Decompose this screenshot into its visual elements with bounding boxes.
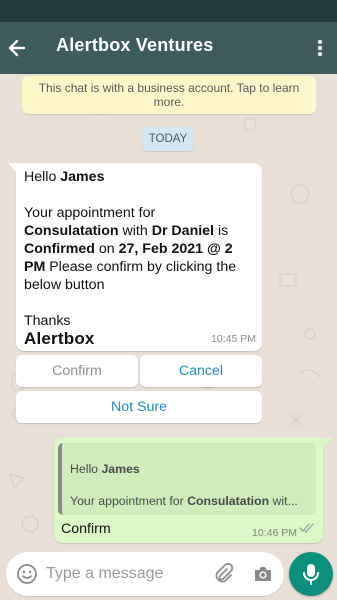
message-composer: Type a message [6, 552, 284, 596]
greeting-prefix: Hello [24, 169, 61, 185]
on-text: on [94, 241, 119, 257]
quick-reply-cancel-button[interactable]: Cancel [140, 355, 262, 387]
confirm-instruction: Please confirm by clicking the below but… [24, 259, 237, 293]
quoted-line-1: Hello James [70, 461, 308, 477]
is-text: is [214, 223, 229, 239]
quoted-ellipsis: wit... [269, 494, 298, 508]
outgoing-text: Confirm [61, 521, 111, 537]
greeting-line: Hello James [24, 168, 254, 186]
double-check-icon [299, 520, 315, 538]
camera-icon[interactable] [252, 563, 274, 590]
attach-icon[interactable] [212, 562, 234, 590]
message-input[interactable]: Type a message [46, 565, 163, 583]
chat-title[interactable]: Alertbox Ventures [56, 35, 213, 56]
thanks-text: Thanks [24, 313, 71, 329]
quoted-greeting: Hello [70, 462, 102, 476]
quick-reply-confirm-button[interactable]: Confirm [16, 355, 138, 387]
mic-icon [303, 564, 319, 585]
app-bar: Alertbox Ventures [0, 22, 337, 74]
appointment-text: Your appointment for Consulatation with D… [24, 204, 254, 294]
incoming-message-bubble: Hello James Your appointment for Consulat… [16, 163, 262, 351]
mic-button[interactable] [289, 552, 333, 596]
appointment-type: Consulatation [24, 223, 119, 239]
notice-text: This chat is with a business account. Ta… [38, 81, 300, 109]
quoted-line-2: Your appointment for Consulatation wit..… [70, 493, 308, 509]
doctor-name: Dr Daniel [151, 223, 215, 239]
quoted-name: James [101, 462, 140, 476]
date-separator: TODAY [142, 127, 194, 151]
business-account-notice[interactable]: This chat is with a business account. Ta… [22, 76, 316, 114]
quoted-intro: Your appointment for [70, 494, 188, 508]
quick-reply-not-sure-button[interactable]: Not Sure [16, 391, 262, 423]
with-text: with [118, 223, 152, 239]
appointment-status: Confirmed [24, 241, 95, 257]
outgoing-message-bubble[interactable]: Hello James Your appointment for Consula… [54, 438, 323, 543]
greeting-name: James [60, 169, 105, 185]
appointment-intro: Your appointment for [24, 205, 156, 221]
emoji-icon[interactable] [16, 563, 38, 590]
more-vert-icon[interactable] [317, 40, 323, 58]
incoming-timestamp: 10:45 PM [211, 333, 256, 345]
quoted-message[interactable]: Hello James Your appointment for Consula… [58, 443, 316, 515]
quoted-type: Consulatation [187, 494, 270, 508]
outgoing-timestamp: 10:46 PM [252, 527, 297, 539]
outgoing-bubble-tail [323, 438, 332, 448]
status-bar [0, 0, 337, 22]
arrow-back-icon[interactable] [6, 36, 28, 60]
